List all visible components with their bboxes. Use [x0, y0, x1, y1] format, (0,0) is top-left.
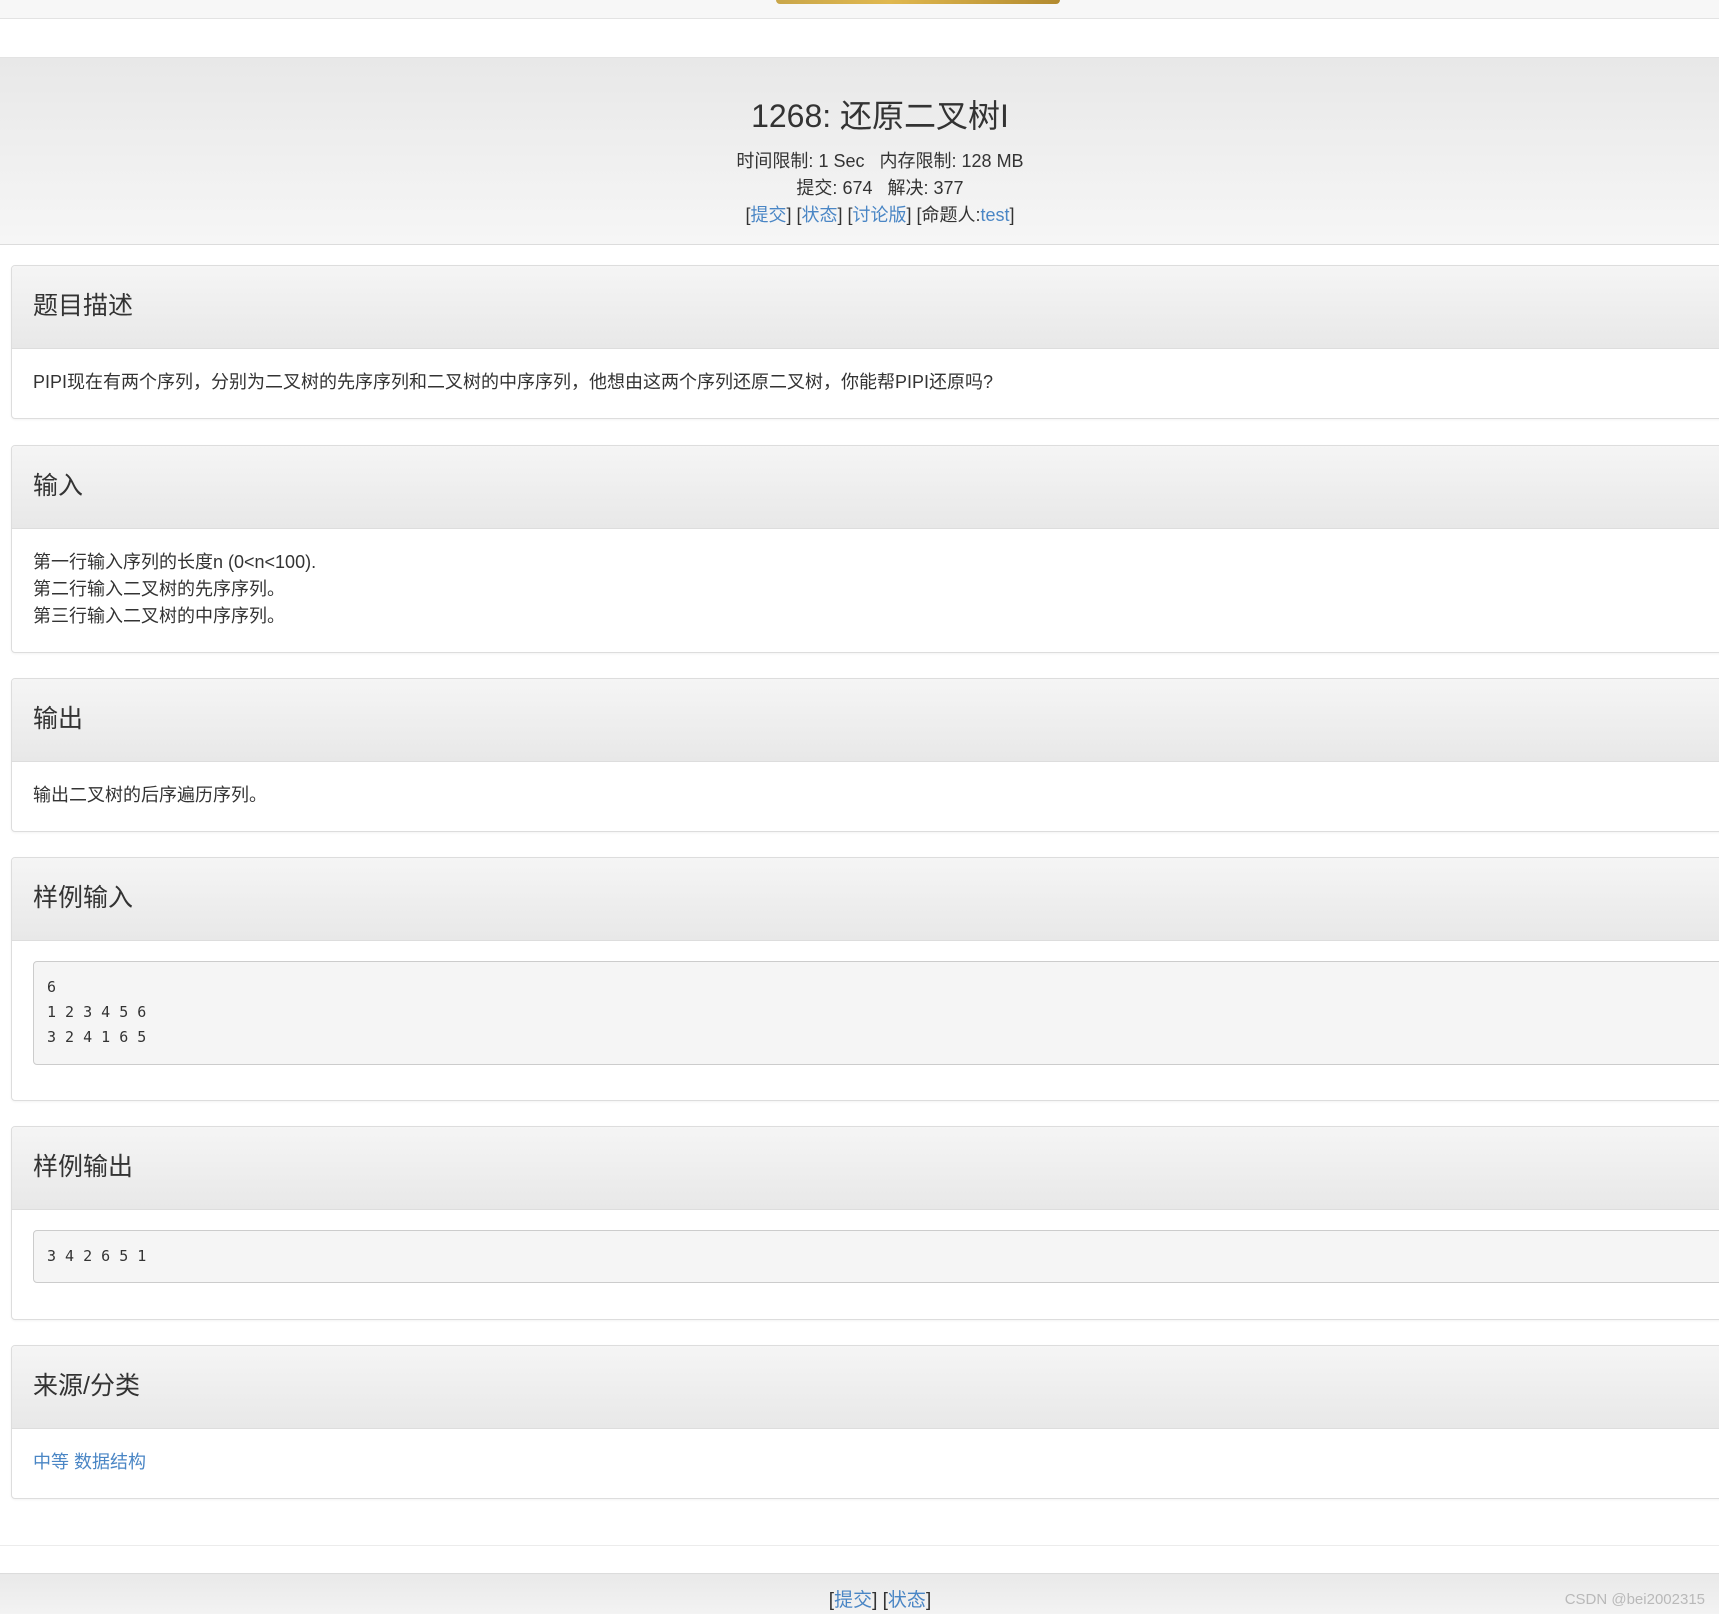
sample-input-heading: 样例输入	[33, 884, 134, 912]
source-tags: 中等 数据结构	[33, 1449, 146, 1476]
stats-line: 提交: 674 解决: 377	[0, 175, 1719, 202]
input-heading: 输入	[33, 472, 84, 500]
author-label: 命题人:	[921, 205, 981, 225]
panel-heading: 来源/分类	[12, 1346, 1719, 1429]
tag-link[interactable]: 中等	[33, 1452, 69, 1472]
input-panel: 输入 第一行输入序列的长度n (0<n<100). 第二行输入二叉树的先序序列。…	[11, 445, 1719, 653]
panel-heading: 输入	[12, 446, 1719, 529]
discuss-link[interactable]: 讨论版	[852, 205, 906, 225]
panel-heading: 样例输出	[12, 1127, 1719, 1210]
status-link[interactable]: 状态	[801, 205, 837, 225]
footer-submit-link[interactable]: 提交	[834, 1590, 872, 1611]
submit-count: 674	[842, 178, 873, 198]
memory-limit-value: 128 MB	[961, 151, 1024, 171]
divider	[0, 1545, 1719, 1546]
sample-input-panel: 样例输入 6 1 2 3 4 5 6 3 2 4 1 6 5	[11, 857, 1719, 1101]
input-line-3: 第三行输入二叉树的中序序列。	[33, 606, 285, 626]
footer-links: [提交] [状态]	[828, 1590, 932, 1611]
output-text: 输出二叉树的后序遍历序列。	[33, 785, 267, 805]
source-heading: 来源/分类	[33, 1372, 140, 1400]
footer-status-link[interactable]: 状态	[888, 1590, 926, 1611]
sample-output-panel: 样例输出 3 4 2 6 5 1	[11, 1126, 1719, 1320]
problem-links: [提交] [状态] [讨论版] [命题人:test]	[745, 205, 1015, 225]
sample-input-code[interactable]: 6 1 2 3 4 5 6 3 2 4 1 6 5	[33, 961, 1719, 1065]
input-line-1: 第一行输入序列的长度n (0<n<100).	[33, 552, 317, 572]
watermark: CSDN @bei2002315	[1564, 1591, 1705, 1608]
time-limit-label: 时间限制:	[736, 151, 814, 171]
description-panel: 题目描述 PIPI现在有两个序列，分别为二叉树的先序序列和二叉树的中序序列，他想…	[11, 265, 1719, 419]
submit-count-label: 提交:	[796, 178, 838, 198]
footer-bar: [提交] [状态] CSDN @bei2002315	[0, 1573, 1719, 1614]
site-header-remnant	[0, 0, 1719, 19]
output-panel: 输出 输出二叉树的后序遍历序列。	[11, 678, 1719, 832]
problem-title: 1268: 还原二叉树I	[751, 98, 1009, 134]
description-text: PIPI现在有两个序列，分别为二叉树的先序序列和二叉树的中序序列，他想由这两个序…	[33, 372, 994, 392]
time-limit-value: 1 Sec	[818, 151, 865, 171]
author-link[interactable]: test	[981, 205, 1010, 225]
panel-heading: 题目描述	[12, 266, 1719, 349]
output-heading: 输出	[33, 705, 84, 733]
problem-page: 1268: 还原二叉树I 时间限制: 1 Sec 内存限制: 128 MB 提交…	[0, 0, 1719, 1614]
sample-output-heading: 样例输出	[33, 1153, 134, 1181]
sample-output-code[interactable]: 3 4 2 6 5 1	[33, 1230, 1719, 1283]
panel-heading: 输出	[12, 679, 1719, 762]
input-description: 第一行输入序列的长度n (0<n<100). 第二行输入二叉树的先序序列。 第三…	[33, 549, 316, 630]
memory-limit-label: 内存限制:	[879, 151, 957, 171]
input-line-2: 第二行输入二叉树的先序序列。	[33, 579, 285, 599]
solved-count: 377	[933, 178, 964, 198]
problem-header: 1268: 还原二叉树I 时间限制: 1 Sec 内存限制: 128 MB 提交…	[0, 58, 1719, 245]
description-heading: 题目描述	[33, 292, 134, 320]
limits-line: 时间限制: 1 Sec 内存限制: 128 MB	[0, 148, 1719, 175]
panel-heading: 样例输入	[12, 858, 1719, 941]
solved-count-label: 解决:	[887, 178, 929, 198]
tag-link[interactable]: 数据结构	[74, 1452, 146, 1472]
site-logo[interactable]	[776, 0, 1060, 4]
source-panel: 来源/分类 中等 数据结构	[11, 1345, 1719, 1499]
submit-link[interactable]: 提交	[750, 205, 786, 225]
